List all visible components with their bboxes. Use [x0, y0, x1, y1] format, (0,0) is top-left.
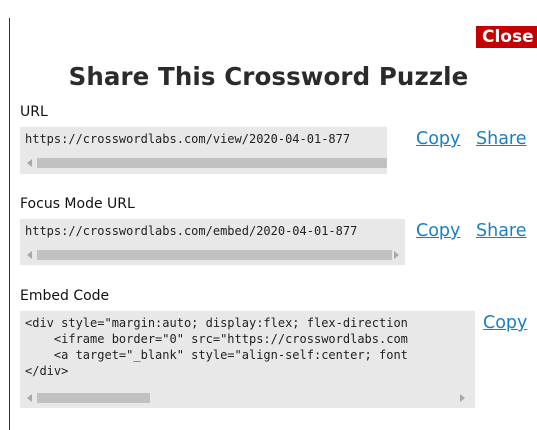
focus-url-field[interactable]: https://crosswordlabs.com/embed/2020-04-… — [20, 219, 405, 265]
embed-code-field[interactable]: <div style="margin:auto; display:flex; f… — [20, 311, 475, 408]
focus-url-scroll-thumb[interactable] — [37, 250, 392, 260]
embed-code-line: </div> — [25, 364, 69, 378]
scroll-right-arrow-icon[interactable] — [394, 251, 399, 259]
focus-url-share-link[interactable]: Share — [476, 221, 527, 241]
focus-url-scrollbar[interactable] — [20, 246, 405, 264]
embed-code-line: <div style="margin:auto; display:flex; f… — [25, 316, 408, 330]
close-button[interactable]: Close — [476, 26, 537, 48]
dialog-title: Share This Crossword Puzzle — [68, 62, 469, 91]
embed-code-line: <iframe border="0" src="https://crosswor… — [25, 332, 408, 346]
focus-url-label: Focus Mode URL — [20, 196, 135, 212]
focus-url-value: https://crosswordlabs.com/embed/2020-04-… — [25, 224, 358, 238]
url-label: URL — [20, 104, 48, 120]
url-scrollbar[interactable] — [20, 154, 387, 172]
url-scroll-thumb[interactable] — [37, 158, 387, 168]
url-value: https://crosswordlabs.com/view/2020-04-0… — [25, 132, 351, 146]
scroll-right-arrow-icon[interactable] — [460, 394, 465, 402]
embed-copy-link[interactable]: Copy — [483, 313, 527, 333]
embed-code-label: Embed Code — [20, 288, 110, 304]
scroll-left-arrow-icon[interactable] — [27, 394, 32, 402]
url-copy-link[interactable]: Copy — [416, 129, 460, 149]
scroll-left-arrow-icon[interactable] — [27, 251, 32, 259]
embed-scroll-thumb[interactable] — [37, 393, 150, 403]
scroll-left-arrow-icon[interactable] — [27, 159, 32, 167]
url-field[interactable]: https://crosswordlabs.com/view/2020-04-0… — [20, 127, 387, 174]
embed-code-line: <a target="_blank" style="align-self:cen… — [25, 348, 408, 362]
embed-code-scrollbar[interactable] — [20, 389, 475, 407]
url-share-link[interactable]: Share — [476, 129, 527, 149]
focus-url-copy-link[interactable]: Copy — [416, 221, 460, 241]
